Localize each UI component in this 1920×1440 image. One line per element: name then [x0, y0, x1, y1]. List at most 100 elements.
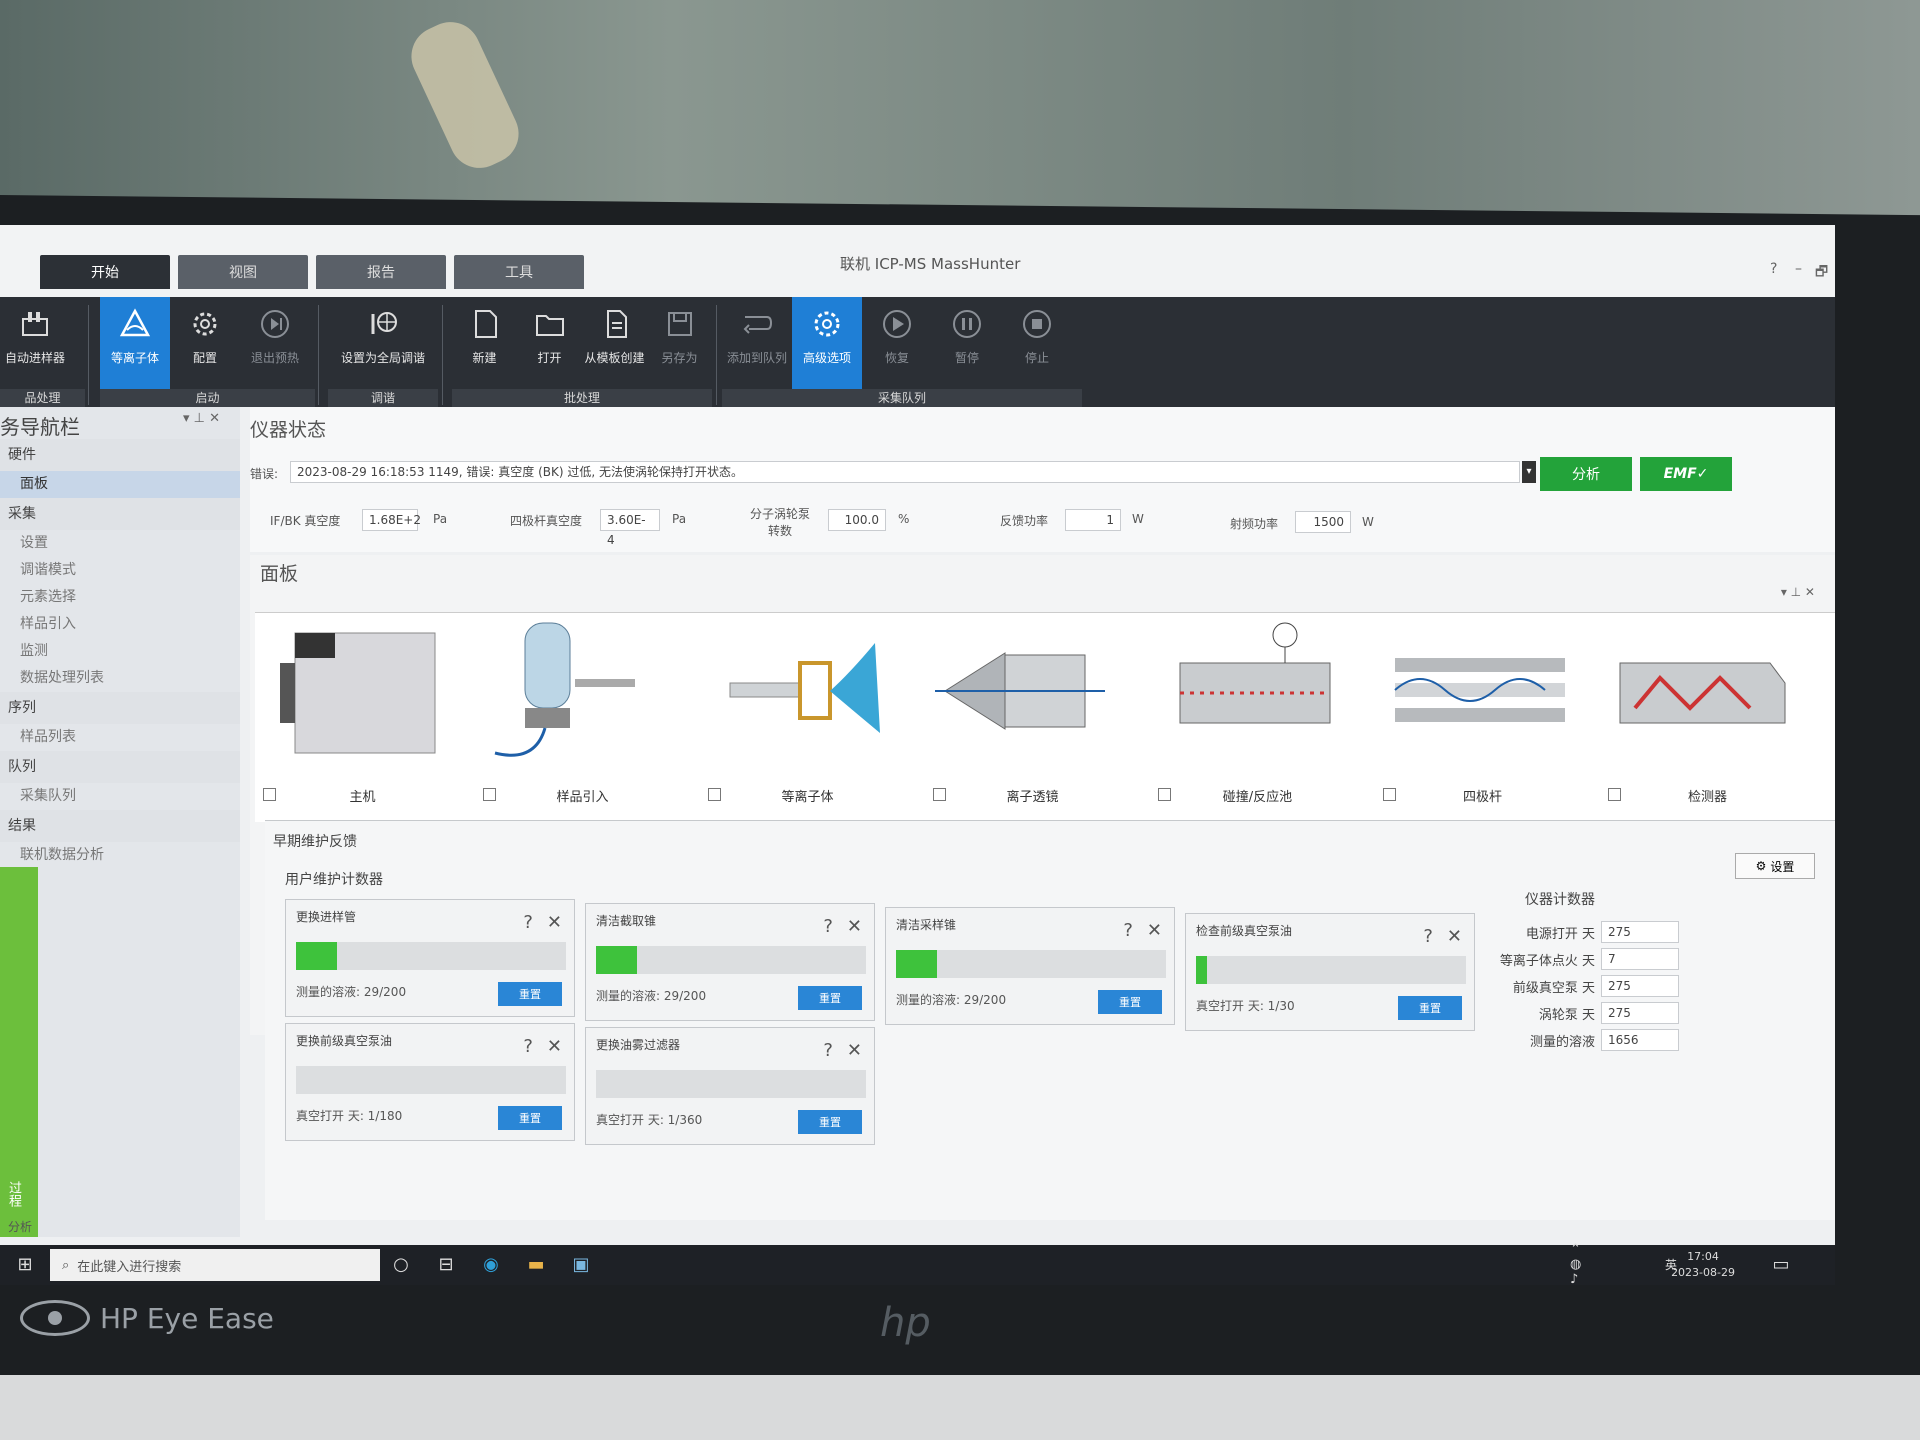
help-icon[interactable]: ?	[823, 1040, 833, 1061]
taskbar-search-box[interactable]: ⌕ 在此键入进行搜索	[50, 1249, 380, 1281]
sidebar-item-queue[interactable]: 队列	[0, 751, 240, 783]
tab-tools[interactable]: 工具	[454, 255, 584, 289]
sidebar-item-settings[interactable]: 设置	[0, 530, 240, 557]
tray-icons[interactable]: ⌃ ◍ ♪	[1570, 1242, 1592, 1286]
task-navigation-sidebar: 务导航栏 ▾ ⊥ ✕ 硬件 面板 采集 设置 调谐模式 元素选择 样品引入 监测…	[0, 407, 240, 1237]
edge-browser-icon[interactable]: ◉	[480, 1253, 502, 1275]
file-explorer-icon[interactable]: ▬	[525, 1253, 547, 1275]
collision-cell-icon	[1179, 622, 1331, 724]
reset-button[interactable]: 重置	[498, 1106, 562, 1130]
sidebar-item-data-processing[interactable]: 数据处理列表	[0, 665, 240, 692]
component-collision-cell[interactable]: 碰撞/反应池	[1150, 613, 1365, 823]
minimize-button[interactable]: –	[1795, 261, 1802, 277]
card-title: 检查前级真空泵油	[1196, 924, 1293, 938]
sidebar-item-monitor[interactable]: 监测	[0, 638, 240, 665]
help-icon[interactable]: ?	[1423, 926, 1433, 947]
sidebar-item-hardware[interactable]: 硬件	[0, 439, 240, 471]
masshunter-app-icon[interactable]: ▣	[570, 1253, 592, 1275]
exit-warmup-button[interactable]: 退出预热	[240, 297, 310, 389]
windows-start-icon[interactable]: ⊞	[14, 1253, 36, 1275]
tab-start[interactable]: 开始	[40, 255, 170, 289]
card-status: 真空打开 天: 1/360	[596, 1113, 703, 1127]
close-icon[interactable]: ✕	[847, 916, 862, 937]
panel-pin-close-icon[interactable]: ▾ ⊥ ✕	[1781, 585, 1815, 599]
cortana-icon[interactable]: ○	[390, 1253, 412, 1275]
sidebar-item-acquisition[interactable]: 采集	[0, 498, 240, 530]
sidebar-item-results[interactable]: 结果	[0, 810, 240, 842]
new-button[interactable]: 新建	[452, 297, 517, 389]
reset-button[interactable]: 重置	[798, 986, 862, 1010]
notification-icon[interactable]: ▭	[1770, 1253, 1792, 1275]
stop-button[interactable]: 停止	[1002, 297, 1072, 389]
sidebar-item-online-analysis[interactable]: 联机数据分析	[0, 842, 240, 869]
sidebar-item-tune-mode[interactable]: 调谐模式	[0, 557, 240, 584]
tab-report[interactable]: 报告	[316, 255, 446, 289]
quadrupole-label: 四极杆	[1462, 790, 1502, 805]
help-icon[interactable]: ?	[523, 912, 533, 933]
sidebar-process-strip[interactable]: 过程	[0, 867, 38, 1237]
sidebar-item-acquisition-queue[interactable]: 采集队列	[0, 783, 240, 810]
taskbar-clock[interactable]: 17:04 2023-08-29	[1671, 1249, 1735, 1281]
error-dropdown-icon[interactable]: ▾	[1522, 461, 1536, 483]
quadrupole-icon	[1394, 658, 1565, 722]
emf-button[interactable]: EMF✓	[1640, 457, 1732, 491]
reset-button[interactable]: 重置	[798, 1110, 862, 1134]
error-message-field[interactable]: 2023-08-29 16:18:53 1149, 错误: 真空度 (BK) 过…	[290, 461, 1520, 483]
resume-button[interactable]: 恢复	[862, 297, 932, 389]
sidebar-item-element-select[interactable]: 元素选择	[0, 584, 240, 611]
reset-button[interactable]: 重置	[1098, 990, 1162, 1014]
reset-button[interactable]: 重置	[1398, 996, 1462, 1020]
help-icon[interactable]: ?	[523, 1036, 533, 1057]
ribbon-tabs: 开始 视图 报告 工具	[40, 255, 584, 289]
create-from-template-label: 从模板创建	[584, 351, 645, 365]
save-as-icon	[663, 307, 697, 341]
ifbk-vacuum-label: IF/BK 真空度	[270, 514, 341, 528]
resume-label: 恢复	[884, 351, 909, 365]
component-plasma[interactable]: 等离子体	[700, 613, 915, 823]
sidebar-item-sample-list[interactable]: 样品列表	[0, 724, 240, 751]
group-name-sample: 品处理	[0, 389, 85, 407]
tab-view[interactable]: 视图	[178, 255, 308, 289]
component-detector[interactable]: 检测器	[1600, 613, 1815, 823]
maintenance-card-check-rough-pump-oil: 检查前级真空泵油 ? ✕ 真空打开 天: 1/30 重置	[1185, 913, 1475, 1031]
close-icon[interactable]: ✕	[547, 1036, 562, 1057]
task-view-icon[interactable]: ⊟	[435, 1253, 457, 1275]
add-to-queue-label: 添加到队列	[726, 351, 787, 365]
pause-button[interactable]: 暂停	[932, 297, 1002, 389]
help-icon[interactable]: ?	[823, 916, 833, 937]
help-button[interactable]: ?	[1770, 261, 1777, 277]
component-sample-intro[interactable]: 样品引入	[475, 613, 690, 823]
plasma-button[interactable]: 等离子体	[100, 297, 170, 389]
maintenance-card-clean-skimmer-cone: 清洁截取锥 ? ✕ 测量的溶液: 29/200 重置	[585, 903, 875, 1021]
clock-time: 17:04	[1687, 1250, 1719, 1263]
search-icon: ⌕	[62, 1257, 70, 1273]
sidebar-item-sequence[interactable]: 序列	[0, 692, 240, 724]
save-as-button[interactable]: 另存为	[647, 297, 712, 389]
reset-button[interactable]: 重置	[498, 982, 562, 1006]
template-icon	[598, 307, 632, 341]
sidebar-item-panel[interactable]: 面板	[0, 471, 240, 498]
sidebar-item-sample-intro[interactable]: 样品引入	[0, 611, 240, 638]
add-to-queue-button[interactable]: 添加到队列	[722, 297, 792, 389]
component-ion-lens[interactable]: 离子透镜	[925, 613, 1140, 823]
sidebar-pin-close-icon[interactable]: ▾ ⊥ ✕	[183, 411, 240, 439]
set-global-tune-button[interactable]: 设置为全局调谐	[328, 297, 438, 389]
ribbon-separator	[442, 305, 443, 405]
component-quadrupole[interactable]: 四极杆	[1375, 613, 1590, 823]
create-from-template-button[interactable]: 从模板创建	[582, 297, 647, 389]
close-icon[interactable]: ✕	[1447, 926, 1462, 947]
open-button[interactable]: 打开	[517, 297, 582, 389]
maintenance-settings-button[interactable]: ⚙ 设置	[1735, 853, 1815, 879]
new-file-icon	[468, 307, 502, 341]
ifbk-vacuum-value: 1.68E+2	[362, 509, 421, 531]
advanced-options-button[interactable]: 高级选项	[792, 297, 862, 389]
autosampler-button[interactable]: 自动进样器	[0, 297, 70, 389]
close-icon[interactable]: ✕	[1147, 920, 1162, 941]
close-icon[interactable]: ✕	[847, 1040, 862, 1061]
analysis-button[interactable]: 分析	[1540, 457, 1632, 491]
restore-button[interactable]: 🗗	[1815, 261, 1828, 285]
help-icon[interactable]: ?	[1123, 920, 1133, 941]
config-button[interactable]: 配置	[170, 297, 240, 389]
close-icon[interactable]: ✕	[547, 912, 562, 933]
component-mainframe[interactable]: 主机	[255, 613, 470, 823]
